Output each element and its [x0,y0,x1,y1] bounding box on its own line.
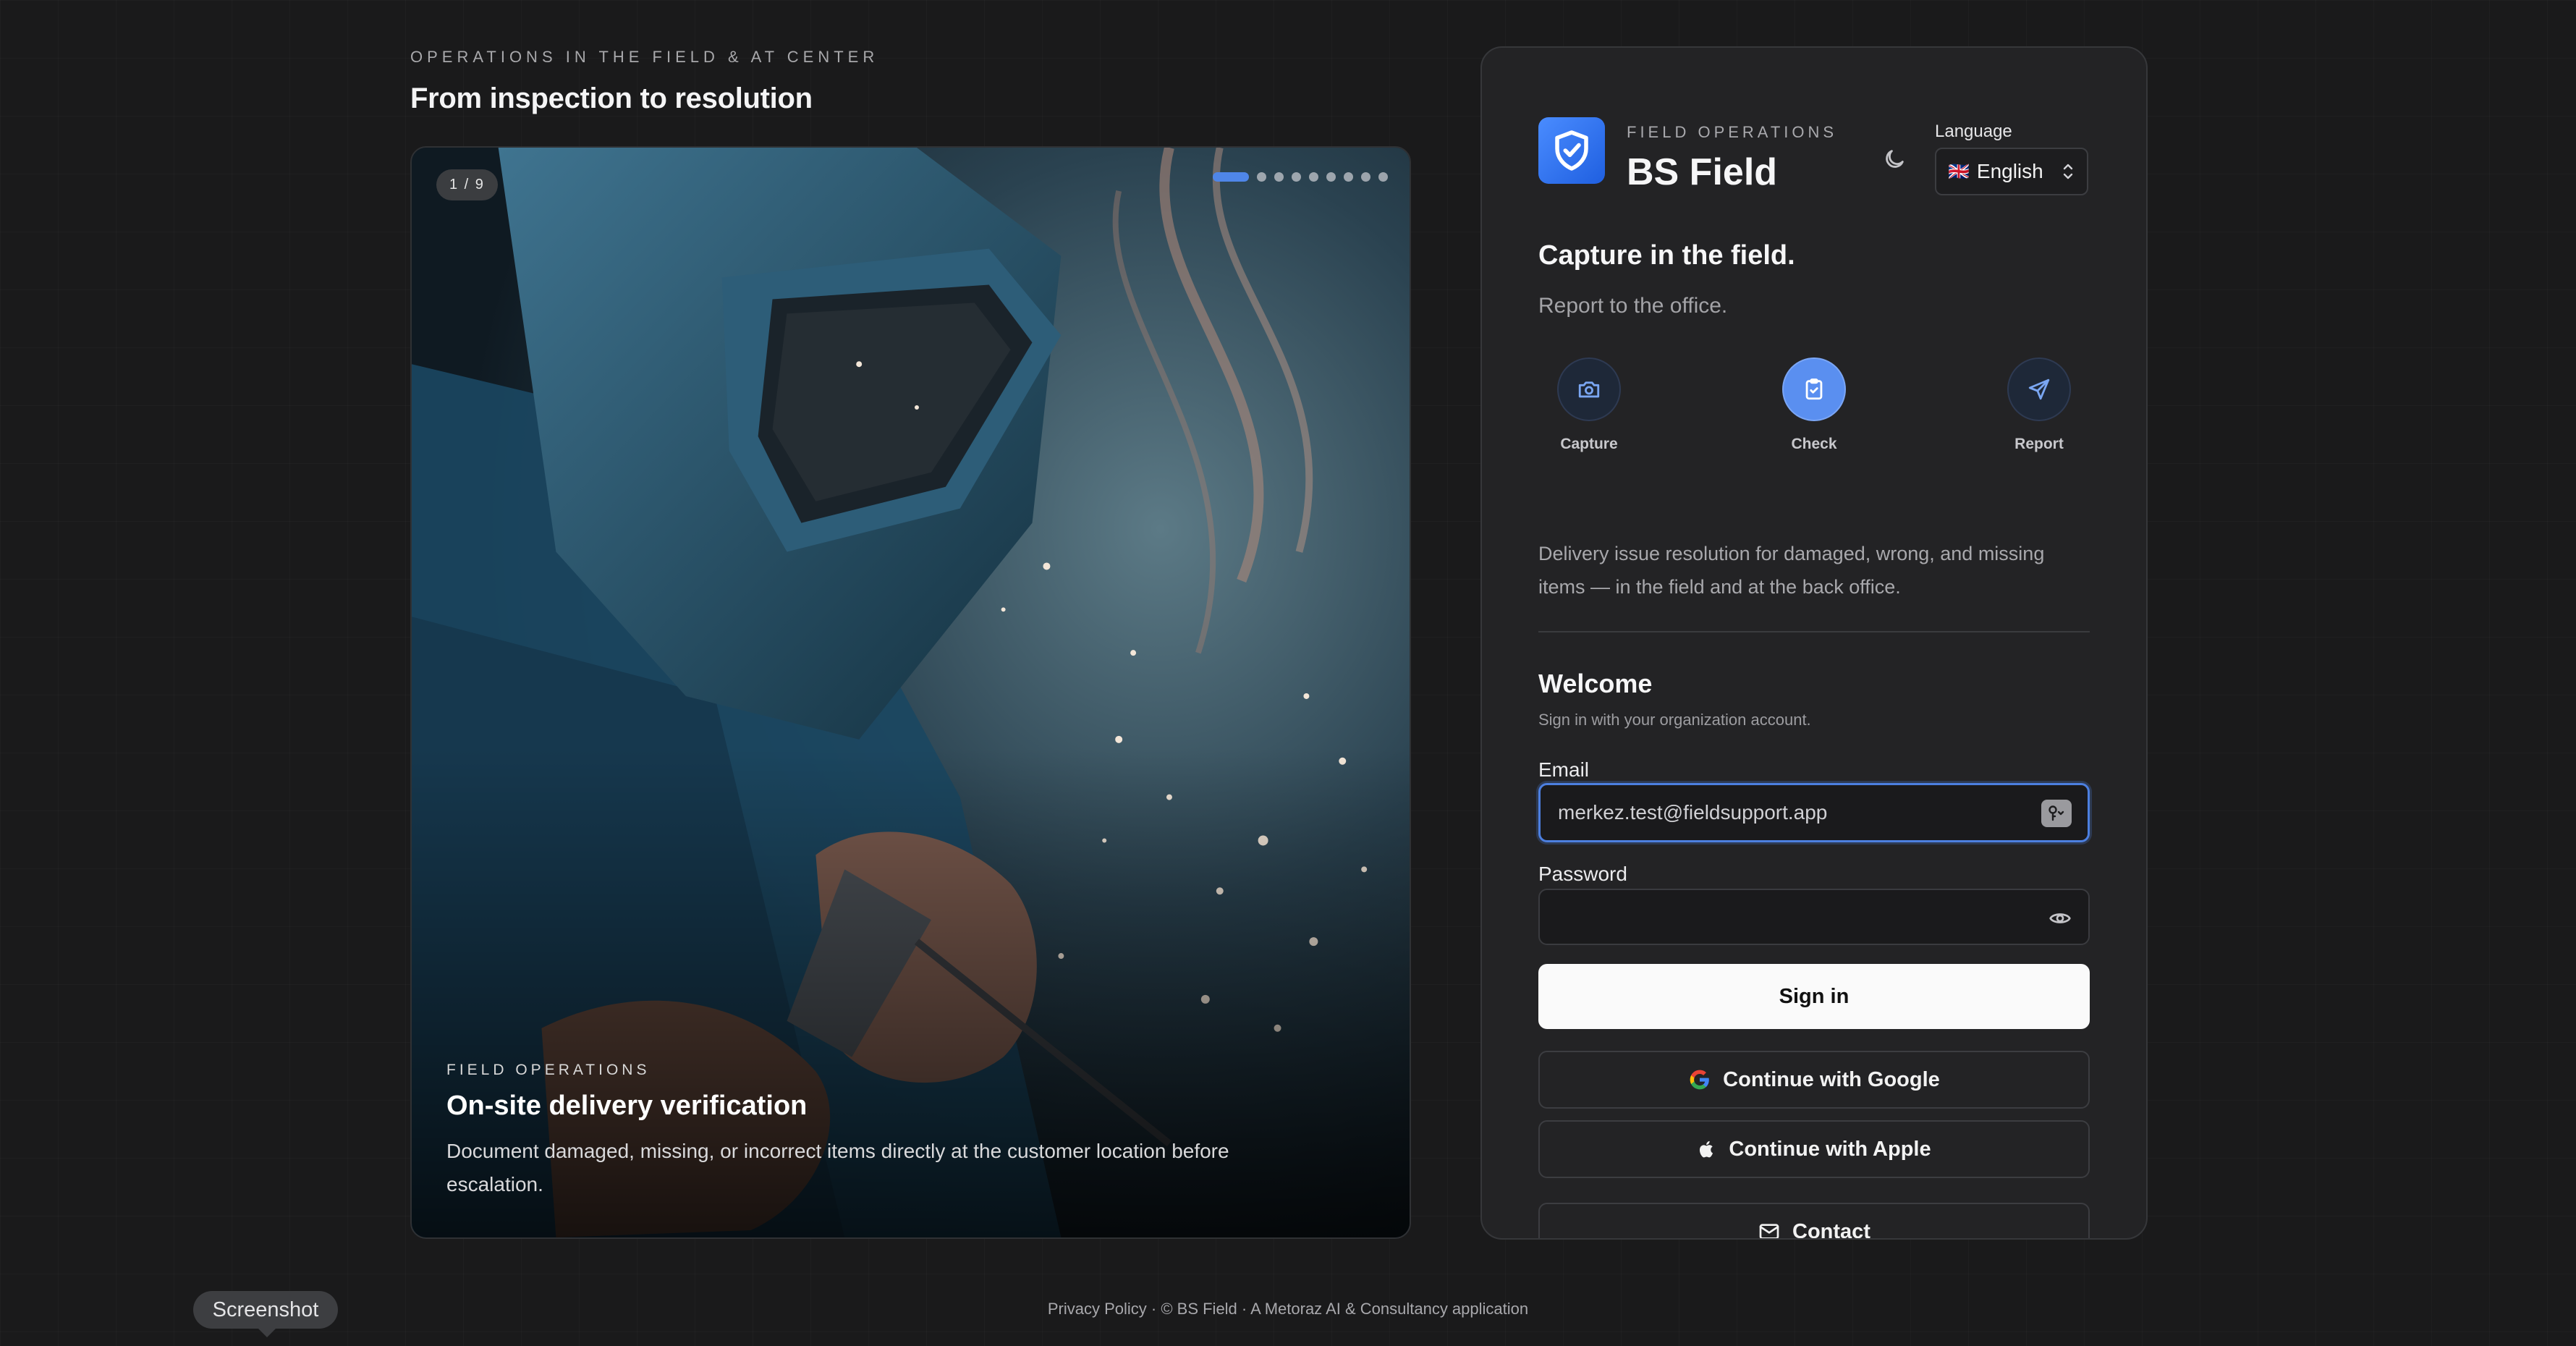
google-button-label: Continue with Google [1723,1067,1940,1091]
eye-icon[interactable] [2048,906,2072,931]
password-label: Password [1538,863,1627,885]
clipboard-check-icon [1782,357,1846,421]
workflow-steps: Capture Check Report [1538,357,2090,459]
google-icon [1690,1070,1709,1090]
step-check: Check [1763,357,1865,453]
slide-title: On-site delivery verification [446,1091,808,1121]
sign-in-button[interactable]: Sign in [1538,964,2090,1029]
step-label: Report [2014,436,2064,452]
slide-counter: 1 / 9 [436,169,498,200]
language-value: English [1976,160,2043,182]
carousel-dot[interactable] [1213,172,1249,182]
step-capture: Capture [1538,357,1640,453]
carousel-dot[interactable] [1361,172,1370,182]
apple-icon [1700,1140,1713,1158]
language-label: Language [1935,122,2012,141]
password-input[interactable] [1557,890,2020,944]
hero-header: OPERATIONS IN THE FIELD & AT CENTER From… [410,48,1412,115]
uk-flag-icon: 🇬🇧 [1948,161,1970,182]
slide-eyebrow: FIELD OPERATIONS [446,1062,651,1078]
carousel-dot[interactable] [1378,172,1388,182]
carousel-dot[interactable] [1257,172,1266,182]
carousel-dot[interactable] [1292,172,1301,182]
contact-button[interactable]: Contact [1538,1203,2090,1240]
email-field[interactable] [1538,783,2090,842]
camera-icon [1557,357,1621,421]
continue-with-apple-button[interactable]: Continue with Apple [1538,1120,2090,1178]
step-report: Report [1988,357,2090,453]
brand-name: BS Field [1627,151,1778,193]
mail-icon [1759,1224,1779,1238]
slide-description: Document damaged, missing, or incorrect … [446,1140,1229,1195]
email-label: Email [1538,758,1590,781]
password-field[interactable] [1538,889,2090,945]
slide-caption: FIELD OPERATIONS On-site delivery verifi… [446,1062,1315,1201]
image-carousel[interactable]: 1 / 9 FIELD OPERATIONS On-site delivery … [410,146,1411,1239]
brand-eyebrow: FIELD OPERATIONS [1627,123,1838,141]
sub-tagline: Report to the office. [1538,294,1728,318]
chevron-up-down-icon [2063,164,2073,179]
login-card: FIELD OPERATIONS BS Field Language 🇬🇧 En… [1480,46,2148,1240]
moon-icon[interactable] [1878,143,1910,175]
continue-with-google-button[interactable]: Continue with Google [1538,1051,2090,1109]
password-manager-key-icon[interactable] [2041,800,2072,827]
footer-text[interactable]: Privacy Policy · © BS Field · A Metoraz … [0,1300,2576,1319]
carousel-dot[interactable] [1326,172,1336,182]
screenshot-tooltip: Screenshot [193,1291,338,1337]
shield-check-icon [1538,117,1605,184]
contact-button-label: Contact [1792,1219,1870,1240]
product-description: Delivery issue resolution for damaged, w… [1538,543,2045,598]
hero-eyebrow: OPERATIONS IN THE FIELD & AT CENTER [410,48,879,66]
tagline: Capture in the field. [1538,240,1795,271]
send-icon [2007,357,2071,421]
carousel-dot[interactable] [1274,172,1284,182]
language-select[interactable]: 🇬🇧 English [1935,148,2088,195]
step-label: Check [1791,436,1837,452]
hero-title: From inspection to resolution [410,82,813,114]
carousel-dots [1213,172,1388,182]
divider [1538,631,2090,632]
carousel-dot[interactable] [1344,172,1353,182]
login-subtitle: Sign in with your organization account. [1538,711,1811,729]
carousel-dot[interactable] [1309,172,1318,182]
step-label: Capture [1560,436,1618,452]
email-input[interactable] [1558,785,2021,840]
apple-button-label: Continue with Apple [1729,1137,1931,1161]
login-title: Welcome [1538,669,1653,698]
